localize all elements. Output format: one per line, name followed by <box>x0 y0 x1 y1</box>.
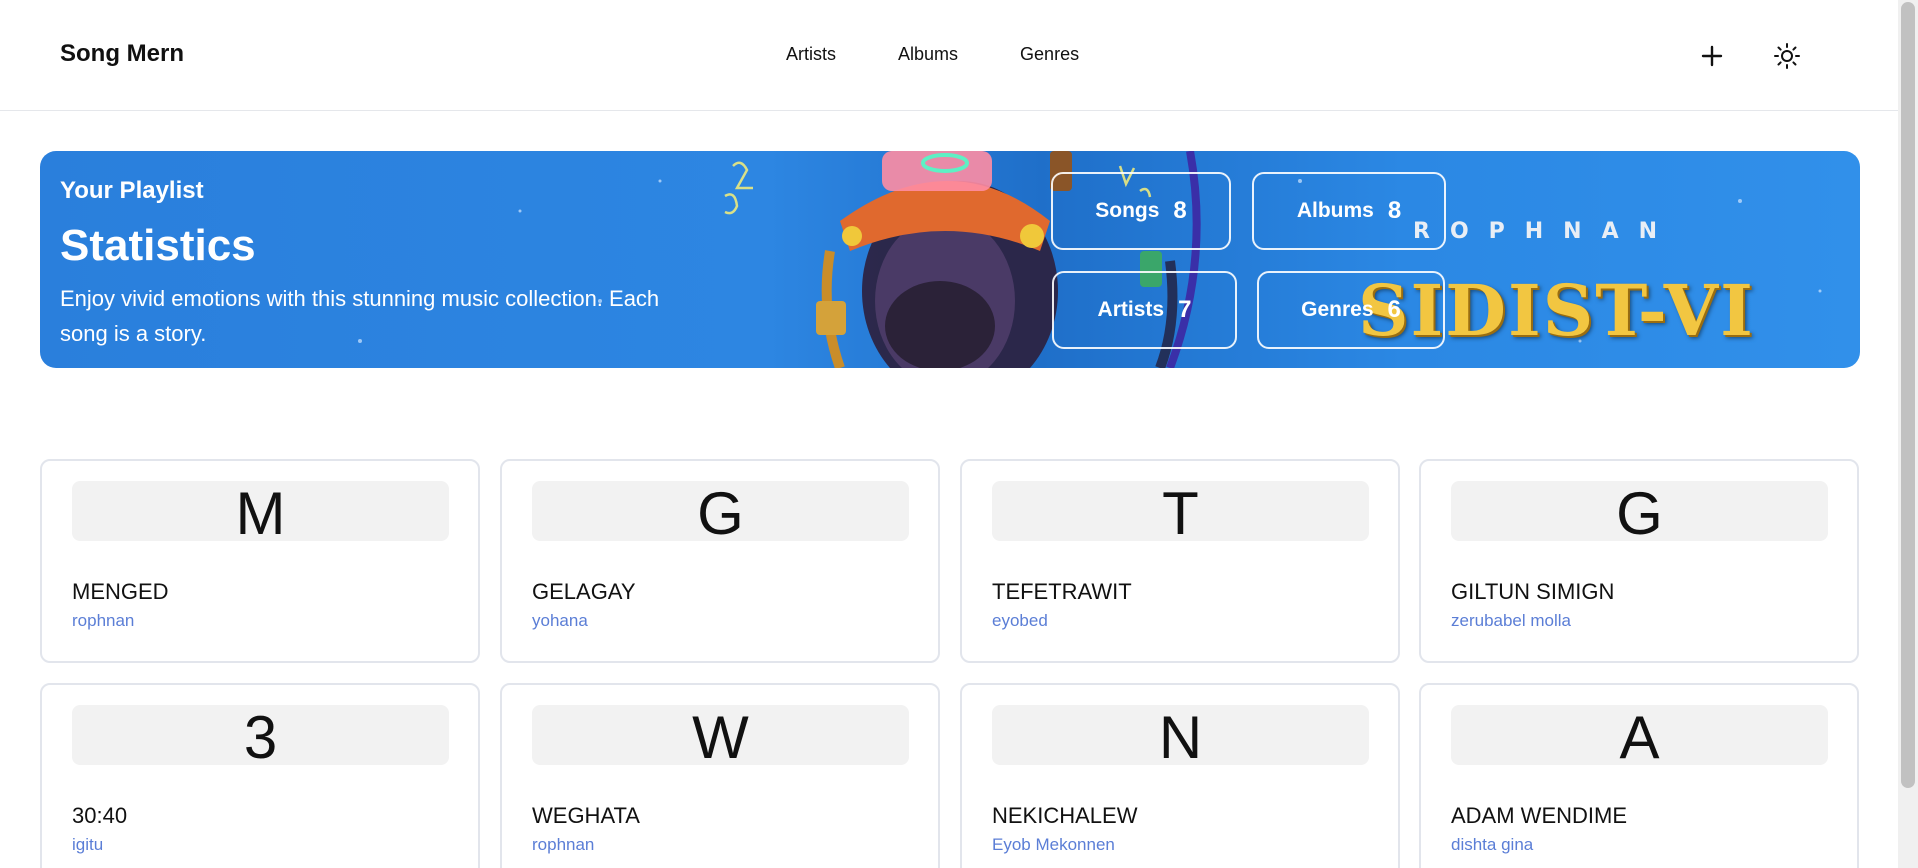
banner-subtitle: Your Playlist <box>60 177 204 204</box>
stat-artists-value: 7 <box>1178 296 1192 323</box>
song-title: ADAM WENDIME <box>1451 803 1627 828</box>
song-card[interactable]: G GELAGAY yohana <box>500 459 940 663</box>
nav-link-artists[interactable]: Artists <box>786 44 836 65</box>
nav-link-albums[interactable]: Albums <box>898 44 958 65</box>
stat-artists[interactable]: Artists 7 <box>1052 271 1237 349</box>
song-title: MENGED <box>72 579 169 604</box>
stat-artists-label: Artists <box>1097 298 1165 321</box>
main-nav: Artists Albums Genres <box>786 44 1079 65</box>
song-card[interactable]: 3 30:40 igitu <box>40 683 480 868</box>
song-artist[interactable]: igitu <box>72 835 103 855</box>
song-card[interactable]: A ADAM WENDIME dishta gina <box>1419 683 1859 868</box>
song-initial: T <box>992 481 1369 544</box>
stat-songs-value: 8 <box>1173 197 1187 224</box>
song-title: GELAGAY <box>532 579 636 604</box>
song-artist[interactable]: rophnan <box>532 835 594 855</box>
top-navbar: Song Mern Artists Albums Genres <box>0 0 1898 111</box>
scrollbar-thumb[interactable] <box>1901 2 1915 788</box>
song-initial: W <box>532 705 909 768</box>
song-title: NEKICHALEW <box>992 803 1138 828</box>
banner-title: Statistics <box>60 221 256 270</box>
statistics-banner: Your Playlist Statistics Enjoy vivid emo… <box>40 151 1860 368</box>
sun-icon <box>1774 43 1800 69</box>
song-card[interactable]: G GILTUN SIMIGN zerubabel molla <box>1419 459 1859 663</box>
song-initial: N <box>992 705 1369 768</box>
song-artist[interactable]: yohana <box>532 611 588 631</box>
song-card[interactable]: T TEFETRAWIT eyobed <box>960 459 1400 663</box>
stat-genres[interactable]: Genres 6 <box>1257 271 1445 349</box>
artwork-artist-text: ROPHNAN <box>1413 219 1678 244</box>
stat-genres-value: 6 <box>1387 296 1401 323</box>
song-initial: M <box>72 481 449 544</box>
song-initial: G <box>532 481 909 544</box>
song-title: WEGHATA <box>532 803 640 828</box>
page-scrollbar[interactable] <box>1898 0 1918 868</box>
song-initial: 3 <box>72 705 449 768</box>
song-artist[interactable]: eyobed <box>992 611 1048 631</box>
theme-toggle-button[interactable] <box>1767 36 1807 76</box>
song-title: TEFETRAWIT <box>992 579 1132 604</box>
song-artist[interactable]: dishta gina <box>1451 835 1533 855</box>
plus-icon <box>1701 45 1723 67</box>
banner-description: Enjoy vivid emotions with this stunning … <box>60 286 660 346</box>
song-artist[interactable]: Eyob Mekonnen <box>992 835 1115 855</box>
stat-albums-value: 8 <box>1387 197 1402 224</box>
song-artist[interactable]: zerubabel molla <box>1451 611 1571 631</box>
song-card[interactable]: N NEKICHALEW Eyob Mekonnen <box>960 683 1400 868</box>
add-song-button[interactable] <box>1692 36 1732 76</box>
stat-albums-label: Albums <box>1296 199 1374 222</box>
stat-albums[interactable]: Albums 8 <box>1252 172 1446 250</box>
song-initial: G <box>1451 481 1828 544</box>
stat-songs-label: Songs <box>1095 199 1160 222</box>
stat-genres-label: Genres <box>1301 298 1374 321</box>
song-initial: A <box>1451 705 1828 768</box>
song-artist[interactable]: rophnan <box>72 611 134 631</box>
song-title: 30:40 <box>72 803 128 828</box>
song-card[interactable]: M MENGED rophnan <box>40 459 480 663</box>
song-title: GILTUN SIMIGN <box>1451 579 1615 604</box>
song-card[interactable]: W WEGHATA rophnan <box>500 683 940 868</box>
nav-link-genres[interactable]: Genres <box>1020 44 1079 65</box>
stat-songs[interactable]: Songs 8 <box>1051 172 1231 250</box>
brand-logo[interactable]: Song Mern <box>60 40 184 68</box>
